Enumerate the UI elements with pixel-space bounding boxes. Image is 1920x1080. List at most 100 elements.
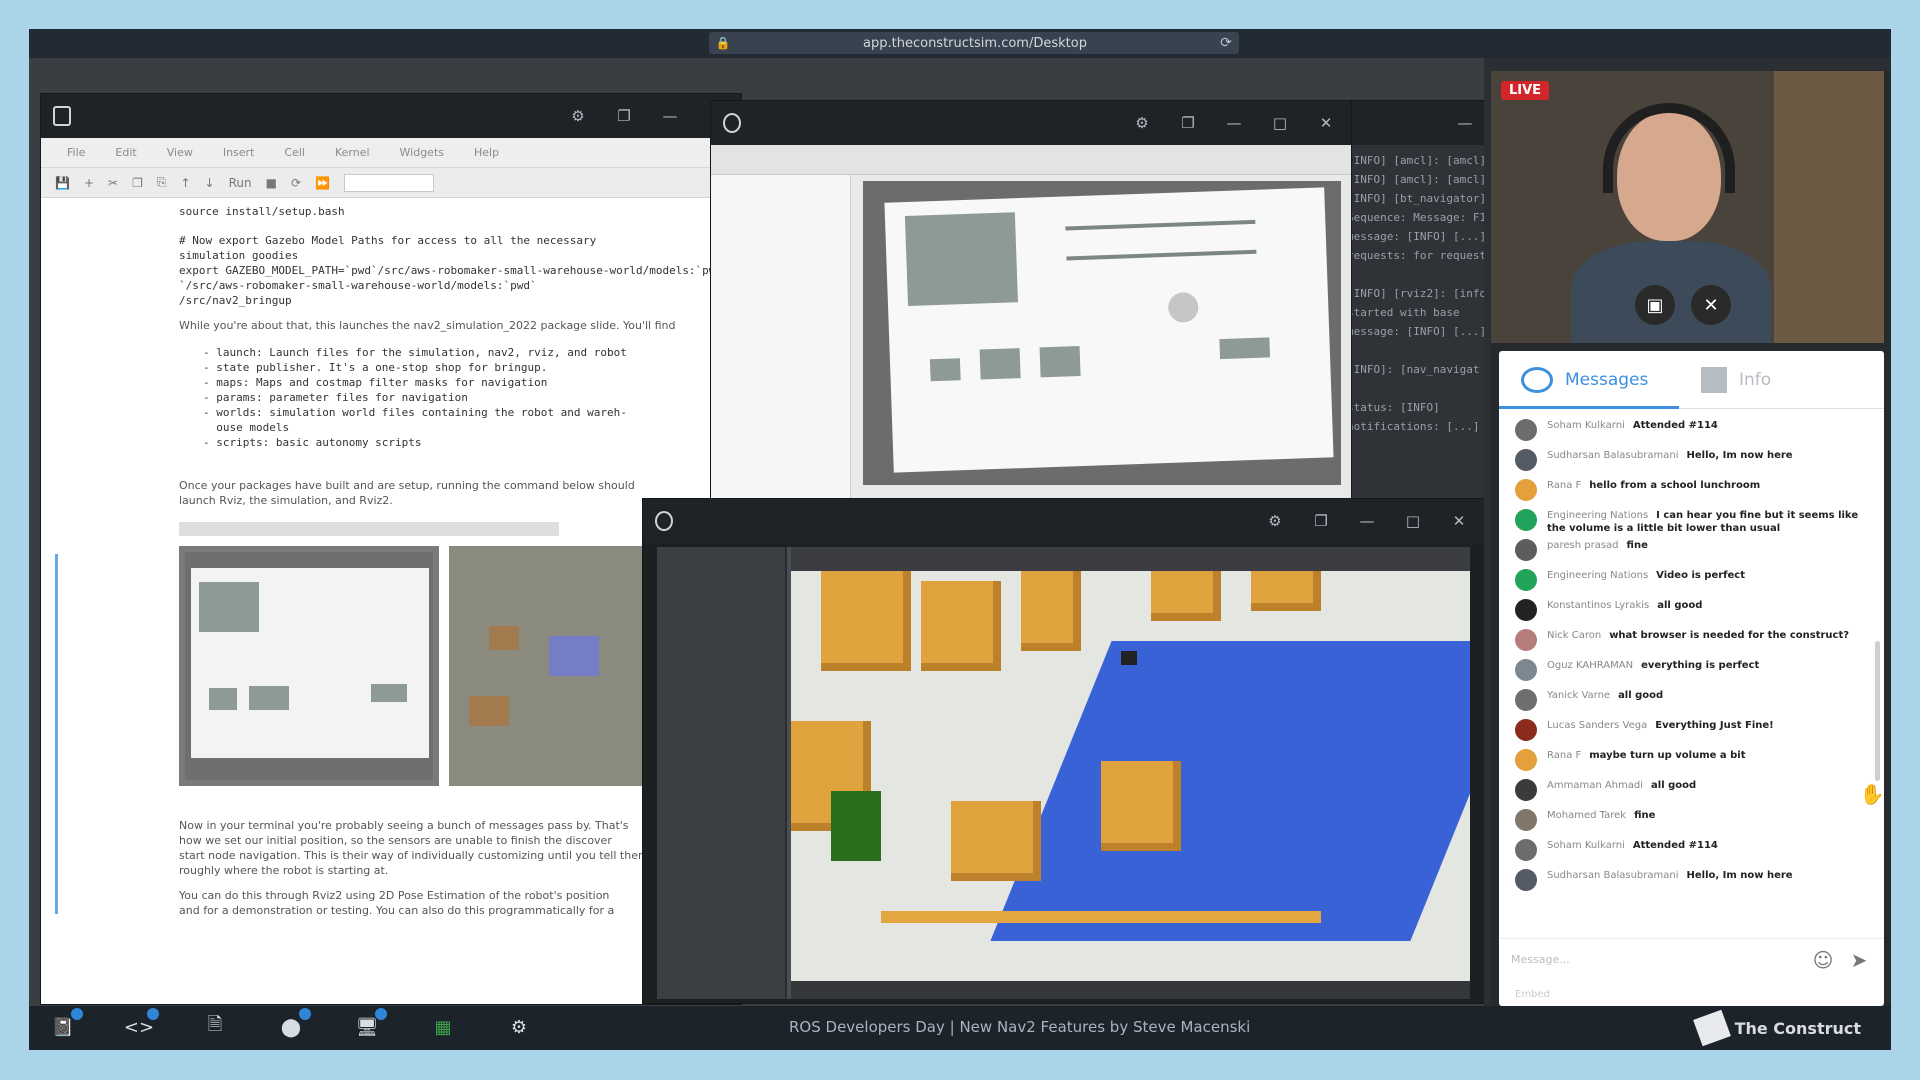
- chat-input[interactable]: Message...: [1511, 946, 1800, 974]
- menu-cell[interactable]: Cell: [284, 146, 305, 159]
- rviz-restore-icon[interactable]: ❐: [1179, 114, 1197, 132]
- avatar[interactable]: [1515, 569, 1537, 591]
- message-username[interactable]: Yanick Varne: [1547, 690, 1610, 701]
- avatar[interactable]: [1515, 719, 1537, 741]
- message-username[interactable]: Soham Kulkarni: [1547, 420, 1625, 431]
- chat-scrollbar[interactable]: [1875, 641, 1880, 781]
- fast-forward-icon[interactable]: ⏩: [315, 176, 330, 190]
- file-icon[interactable]: 🗎: [201, 1014, 229, 1038]
- terminal-window[interactable]: — [INFO] [amcl]: [amcl] [INFO] [amcl]: […: [1341, 101, 1484, 499]
- message-username[interactable]: Rana F: [1547, 480, 1581, 491]
- notebook-images: [179, 546, 721, 786]
- avatar[interactable]: [1515, 509, 1537, 531]
- gazebo-world-panel[interactable]: [657, 547, 787, 999]
- rviz-settings-icon[interactable]: ⚙: [1133, 114, 1151, 132]
- message-username[interactable]: Nick Caron: [1547, 630, 1601, 641]
- map-preview: [191, 568, 429, 758]
- message-username[interactable]: Soham Kulkarni: [1547, 840, 1625, 851]
- rviz-minimize-icon[interactable]: —: [1225, 114, 1243, 132]
- terminal-taskbar-icon[interactable]: 🖥: [353, 1008, 387, 1038]
- send-icon[interactable]: ➤: [1846, 947, 1872, 973]
- avatar[interactable]: [1515, 749, 1537, 771]
- settings-icon[interactable]: ⚙: [569, 107, 587, 125]
- stream-title: ROS Developers Day | New Nav2 Features b…: [789, 1018, 1251, 1036]
- menu-kernel[interactable]: Kernel: [335, 146, 370, 159]
- paste-icon[interactable]: ⎘: [157, 175, 167, 190]
- restore-icon[interactable]: ❐: [615, 107, 633, 125]
- tab-info[interactable]: Info: [1679, 366, 1771, 393]
- avatar[interactable]: [1515, 809, 1537, 831]
- avatar[interactable]: [1515, 659, 1537, 681]
- avatar[interactable]: [1515, 839, 1537, 861]
- menu-edit[interactable]: Edit: [115, 146, 136, 159]
- message-username[interactable]: Mohamed Tarek: [1547, 810, 1626, 821]
- graphical-tools-icon[interactable]: ▦: [429, 1016, 457, 1038]
- chat-message: Yanick Varne all good: [1515, 685, 1872, 715]
- message-username[interactable]: Rana F: [1547, 750, 1581, 761]
- rviz-maximize-icon[interactable]: □: [1271, 114, 1289, 132]
- message-username[interactable]: Sudharsan Balasubramani: [1547, 870, 1678, 881]
- avatar[interactable]: [1515, 449, 1537, 471]
- robot-icon[interactable]: ⚙: [505, 1016, 533, 1038]
- gazebo-settings-icon[interactable]: ⚙: [1266, 512, 1284, 530]
- url-bar[interactable]: 🔒 app.theconstructsim.com/Desktop ⟳: [709, 32, 1239, 54]
- avatar[interactable]: [1515, 539, 1537, 561]
- message-username[interactable]: Engineering Nations: [1547, 570, 1648, 581]
- code-cell-launch[interactable]: [179, 522, 559, 536]
- gazebo-toolbar[interactable]: [791, 547, 1470, 571]
- hand-raise-icon[interactable]: ✋: [1859, 781, 1885, 807]
- gazebo-minimize-icon[interactable]: —: [1358, 512, 1376, 530]
- save-icon[interactable]: 💾: [55, 176, 70, 190]
- avatar[interactable]: [1515, 689, 1537, 711]
- menu-view[interactable]: View: [167, 146, 193, 159]
- cell-type-select[interactable]: [343, 173, 434, 192]
- message-username[interactable]: Konstantinos Lyrakis: [1547, 600, 1649, 611]
- gazebo-3d-scene[interactable]: [791, 571, 1470, 981]
- menu-widgets[interactable]: Widgets: [400, 146, 444, 159]
- copy-icon[interactable]: ❐: [132, 176, 143, 190]
- minimize-icon[interactable]: —: [661, 107, 679, 125]
- run-button[interactable]: Run: [229, 176, 252, 190]
- close-video-icon[interactable]: ✕: [1691, 285, 1731, 325]
- menu-insert[interactable]: Insert: [223, 146, 255, 159]
- notebook-taskbar-icon[interactable]: 📓: [49, 1008, 83, 1038]
- gazebo-taskbar-icon[interactable]: ⬤: [277, 1008, 311, 1038]
- live-video[interactable]: LIVE ▣ ✕: [1491, 71, 1884, 343]
- message-username[interactable]: Sudharsan Balasubramani: [1547, 450, 1678, 461]
- avatar[interactable]: [1515, 479, 1537, 501]
- tab-messages[interactable]: Messages: [1499, 366, 1679, 393]
- menu-file[interactable]: File: [67, 146, 85, 159]
- code-editor-icon[interactable]: <>: [124, 1008, 159, 1038]
- rviz-close-icon[interactable]: ✕: [1317, 114, 1335, 132]
- avatar[interactable]: [1515, 779, 1537, 801]
- menu-help[interactable]: Help: [474, 146, 499, 159]
- terminal-minimize-icon[interactable]: —: [1456, 114, 1474, 132]
- message-username[interactable]: Lucas Sanders Vega: [1547, 720, 1647, 731]
- avatar[interactable]: [1515, 629, 1537, 651]
- gazebo-maximize-icon[interactable]: □: [1404, 512, 1422, 530]
- move-down-icon[interactable]: ↓: [205, 176, 215, 190]
- stop-icon[interactable]: ■: [266, 176, 277, 190]
- cut-icon[interactable]: ✂: [108, 176, 118, 190]
- message-username[interactable]: paresh prasad: [1547, 540, 1619, 551]
- reload-icon[interactable]: ⟳: [1213, 35, 1239, 51]
- gazebo-close-icon[interactable]: ✕: [1450, 512, 1468, 530]
- message-username[interactable]: Oguz KAHRAMAN: [1547, 660, 1633, 671]
- message-username[interactable]: Ammaman Ahmadi: [1547, 780, 1643, 791]
- add-cell-icon[interactable]: +: [84, 176, 94, 190]
- avatar[interactable]: [1515, 869, 1537, 891]
- message-text: Video is perfect: [1656, 570, 1746, 581]
- message-text: all good: [1651, 780, 1697, 791]
- code-cell-source[interactable]: source install/setup.bash: [179, 204, 721, 219]
- avatar[interactable]: [1515, 419, 1537, 441]
- emoji-icon[interactable]: ☺: [1810, 947, 1836, 973]
- message-username[interactable]: Engineering Nations: [1547, 510, 1648, 521]
- move-up-icon[interactable]: ↑: [180, 176, 190, 190]
- gazebo-restore-icon[interactable]: ❐: [1312, 512, 1330, 530]
- restart-icon[interactable]: ⟳: [291, 176, 301, 190]
- picture-in-picture-icon[interactable]: ▣: [1635, 285, 1675, 325]
- avatar[interactable]: [1515, 599, 1537, 621]
- rviz-3d-view[interactable]: [863, 181, 1341, 485]
- code-cell-export[interactable]: # Now export Gazebo Model Paths for acce…: [179, 233, 722, 308]
- rviz-displays-panel[interactable]: [711, 175, 851, 499]
